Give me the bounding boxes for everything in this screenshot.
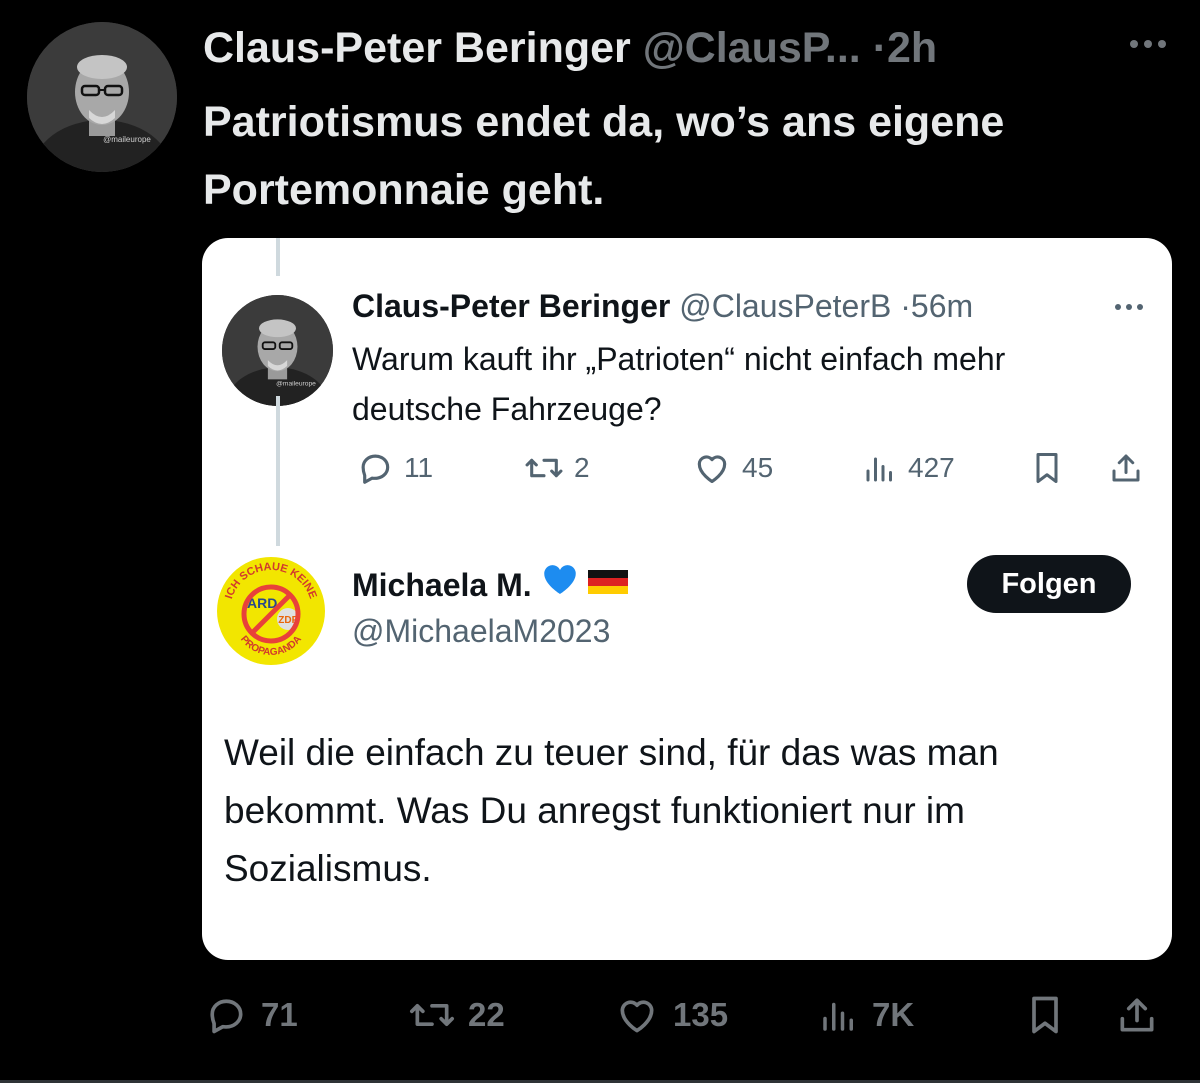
quoted-tweet-header: Claus-Peter Beringer @ClausPeterB ·56m bbox=[352, 284, 1132, 328]
outer-tweet-text: Patriotismus endet da, wo’s ans eigene P… bbox=[203, 98, 1005, 214]
outer-repost-button[interactable]: 22 bbox=[408, 990, 505, 1040]
outer-avatar-caption: @maileurope bbox=[103, 135, 151, 144]
quoted-author-avatar[interactable]: @maileurope bbox=[222, 295, 333, 406]
quoted-timestamp[interactable]: 56m bbox=[911, 288, 973, 324]
views-icon bbox=[866, 457, 892, 482]
quoted-reply-button[interactable]: 11 bbox=[356, 443, 433, 493]
outer-reply-button[interactable]: 71 bbox=[203, 990, 298, 1040]
outer-author-avatar[interactable]: @maileurope bbox=[27, 22, 177, 172]
like-icon bbox=[620, 1000, 654, 1033]
quoted-action-bar: 11 2 45 427 bbox=[352, 443, 1152, 493]
thread-line-mid bbox=[276, 396, 280, 546]
outer-separator: · bbox=[872, 24, 888, 72]
quoted-tweet-text: Warum kauft ihr „Patrioten“ nicht einfac… bbox=[352, 341, 1006, 427]
outer-views-button[interactable]: 7K bbox=[818, 990, 914, 1040]
reply-tweet-text: Weil die einfach zu teuer sind, für das … bbox=[224, 732, 999, 889]
quoted-like-count: 45 bbox=[742, 452, 774, 483]
repost-icon bbox=[525, 458, 563, 478]
reply-author-handle[interactable]: @MichaelaM2023 bbox=[352, 608, 610, 654]
quoted-bookmark-icon[interactable] bbox=[1029, 443, 1065, 493]
views-icon bbox=[823, 1002, 853, 1031]
quoted-avatar-caption: @maileurope bbox=[276, 380, 316, 387]
outer-timestamp[interactable]: 2h bbox=[887, 24, 937, 72]
outer-like-button[interactable]: 135 bbox=[613, 990, 728, 1040]
outer-repost-count: 22 bbox=[468, 996, 505, 1033]
reply-author-name[interactable]: Michaela M. bbox=[352, 562, 532, 608]
outer-like-count: 135 bbox=[673, 996, 729, 1033]
follow-button[interactable]: Folgen bbox=[967, 555, 1131, 613]
outer-action-bar: 71 22 135 7K bbox=[203, 990, 1183, 1040]
quoted-reply-count: 11 bbox=[404, 452, 434, 483]
quoted-screenshot-card: @maileurope Claus-Peter Beringer @ClausP… bbox=[202, 238, 1172, 960]
reply-author-avatar[interactable]: ICH SCHAUE KEINE PROPAGANDA ARD ZDF bbox=[216, 556, 326, 666]
quoted-more-icon[interactable] bbox=[1107, 295, 1151, 319]
outer-tweet-header: Claus-Peter Beringer @ClausP... ·2h bbox=[203, 18, 1183, 78]
quoted-like-button[interactable]: 45 bbox=[692, 443, 773, 493]
outer-views-count: 7K bbox=[872, 996, 915, 1033]
outer-author-name[interactable]: Claus-Peter Beringer bbox=[203, 24, 631, 72]
blue-heart-emoji bbox=[542, 562, 578, 608]
quoted-repost-button[interactable]: 2 bbox=[524, 443, 590, 493]
outer-bookmark-icon[interactable] bbox=[1023, 990, 1067, 1040]
like-icon bbox=[697, 455, 727, 484]
german-flag-emoji bbox=[587, 562, 628, 608]
outer-more-icon[interactable] bbox=[1126, 22, 1170, 66]
repost-icon bbox=[410, 1004, 454, 1026]
quoted-share-icon[interactable] bbox=[1108, 443, 1144, 493]
quoted-separator: · bbox=[900, 288, 911, 324]
quoted-views-button[interactable]: 427 bbox=[862, 443, 955, 493]
quoted-author-handle[interactable]: @ClausPeterB bbox=[679, 288, 891, 324]
quoted-repost-count: 2 bbox=[574, 452, 590, 483]
thread-line-top bbox=[276, 238, 280, 276]
quoted-views-count: 427 bbox=[908, 452, 955, 483]
reply-tweet-header: Michaela M. bbox=[352, 562, 628, 608]
outer-author-handle[interactable]: @ClausP... bbox=[643, 24, 861, 72]
quoted-author-name[interactable]: Claus-Peter Beringer bbox=[352, 288, 670, 324]
outer-share-icon[interactable] bbox=[1115, 990, 1159, 1040]
reply-icon bbox=[361, 454, 390, 484]
reply-icon bbox=[210, 999, 243, 1034]
outer-reply-count: 71 bbox=[261, 996, 298, 1033]
